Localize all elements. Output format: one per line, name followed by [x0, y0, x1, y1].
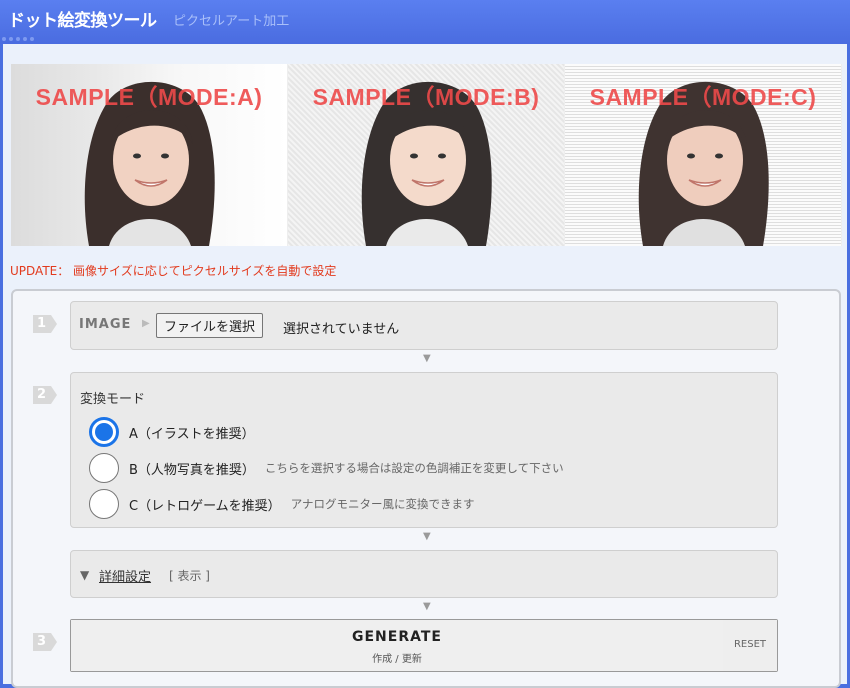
update-notice: UPDATE： 画像サイズに応じてピクセルサイズを自動で設定 [10, 264, 337, 278]
converter-form: 1 IMAGE ▶ ファイルを選択 選択されていません ▼ 2 変換モード A（… [11, 289, 841, 688]
sample-mode-a: SAMPLE（MODE:A) [11, 64, 288, 246]
header-dots [2, 26, 37, 45]
sample-mode-c: SAMPLE（MODE:C) [565, 64, 842, 246]
app-subtitle: ピクセルアート加工 [173, 14, 290, 29]
mode-option-c[interactable]: C（レトロゲームを推奨） アナログモニター風に変換できます [89, 487, 474, 521]
arrow-right-icon: ▶ [142, 318, 150, 329]
sample-label: SAMPLE（MODE:B) [312, 84, 540, 110]
generate-step: GENERATE 作成 / 更新 RESET [70, 619, 778, 672]
radio-c[interactable] [89, 489, 119, 519]
generate-label: GENERATE [352, 629, 442, 645]
mode-title: 変換モード [80, 392, 146, 407]
mode-step: 変換モード A（イラストを推奨） B（人物写真を推奨） こちらを選択する場合は設… [70, 372, 778, 528]
mode-c-note: アナログモニター風に変換できます [290, 497, 475, 511]
step-3-badge: 3 [33, 633, 57, 651]
generate-sublabel: 作成 / 更新 [372, 654, 422, 665]
main-panel: SAMPLE（MODE:A) SAMPLE（MODE:B) SAMPLE（MOD… [3, 44, 847, 688]
radio-a[interactable] [89, 417, 119, 447]
app-header: ドット絵変換ツール ピクセルアート加工 [0, 0, 850, 44]
sample-mode-b: SAMPLE（MODE:B) [288, 64, 565, 246]
mode-option-b[interactable]: B（人物写真を推奨） こちらを選択する場合は設定の色調補正を変更して下さい [89, 451, 564, 485]
sample-gallery: SAMPLE（MODE:A) SAMPLE（MODE:B) SAMPLE（MOD… [11, 64, 842, 246]
step-1-badge: 1 [33, 315, 57, 333]
file-status: 選択されていません [283, 322, 400, 337]
step-2-badge: 2 [33, 386, 57, 404]
mode-a-label: A（イラストを推奨） [129, 426, 255, 442]
sample-label: SAMPLE（MODE:A) [35, 84, 263, 110]
sample-label: SAMPLE（MODE:C) [589, 84, 817, 110]
image-label: IMAGE [79, 317, 132, 332]
details-toggle[interactable]: [ 表示 ] [169, 567, 210, 584]
details-section: ▼ 詳細設定 [ 表示 ] [70, 550, 778, 598]
flow-arrow-icon: ▼ [423, 601, 431, 612]
reset-button[interactable]: RESET [723, 620, 777, 671]
image-step: IMAGE ▶ ファイルを選択 選択されていません [70, 301, 778, 350]
generate-button[interactable]: GENERATE 作成 / 更新 [71, 620, 724, 671]
flow-arrow-icon: ▼ [423, 531, 431, 542]
triangle-down-icon: ▼ [80, 568, 90, 582]
flow-arrow-icon: ▼ [423, 353, 431, 364]
radio-b[interactable] [89, 453, 119, 483]
mode-b-note: こちらを選択する場合は設定の色調補正を変更して下さい [264, 461, 564, 475]
choose-file-button[interactable]: ファイルを選択 [156, 313, 264, 338]
mode-c-label: C（レトロゲームを推奨） [129, 498, 281, 514]
mode-b-label: B（人物写真を推奨） [129, 462, 255, 478]
details-link[interactable]: 詳細設定 [99, 566, 151, 585]
mode-option-a[interactable]: A（イラストを推奨） [89, 415, 255, 449]
